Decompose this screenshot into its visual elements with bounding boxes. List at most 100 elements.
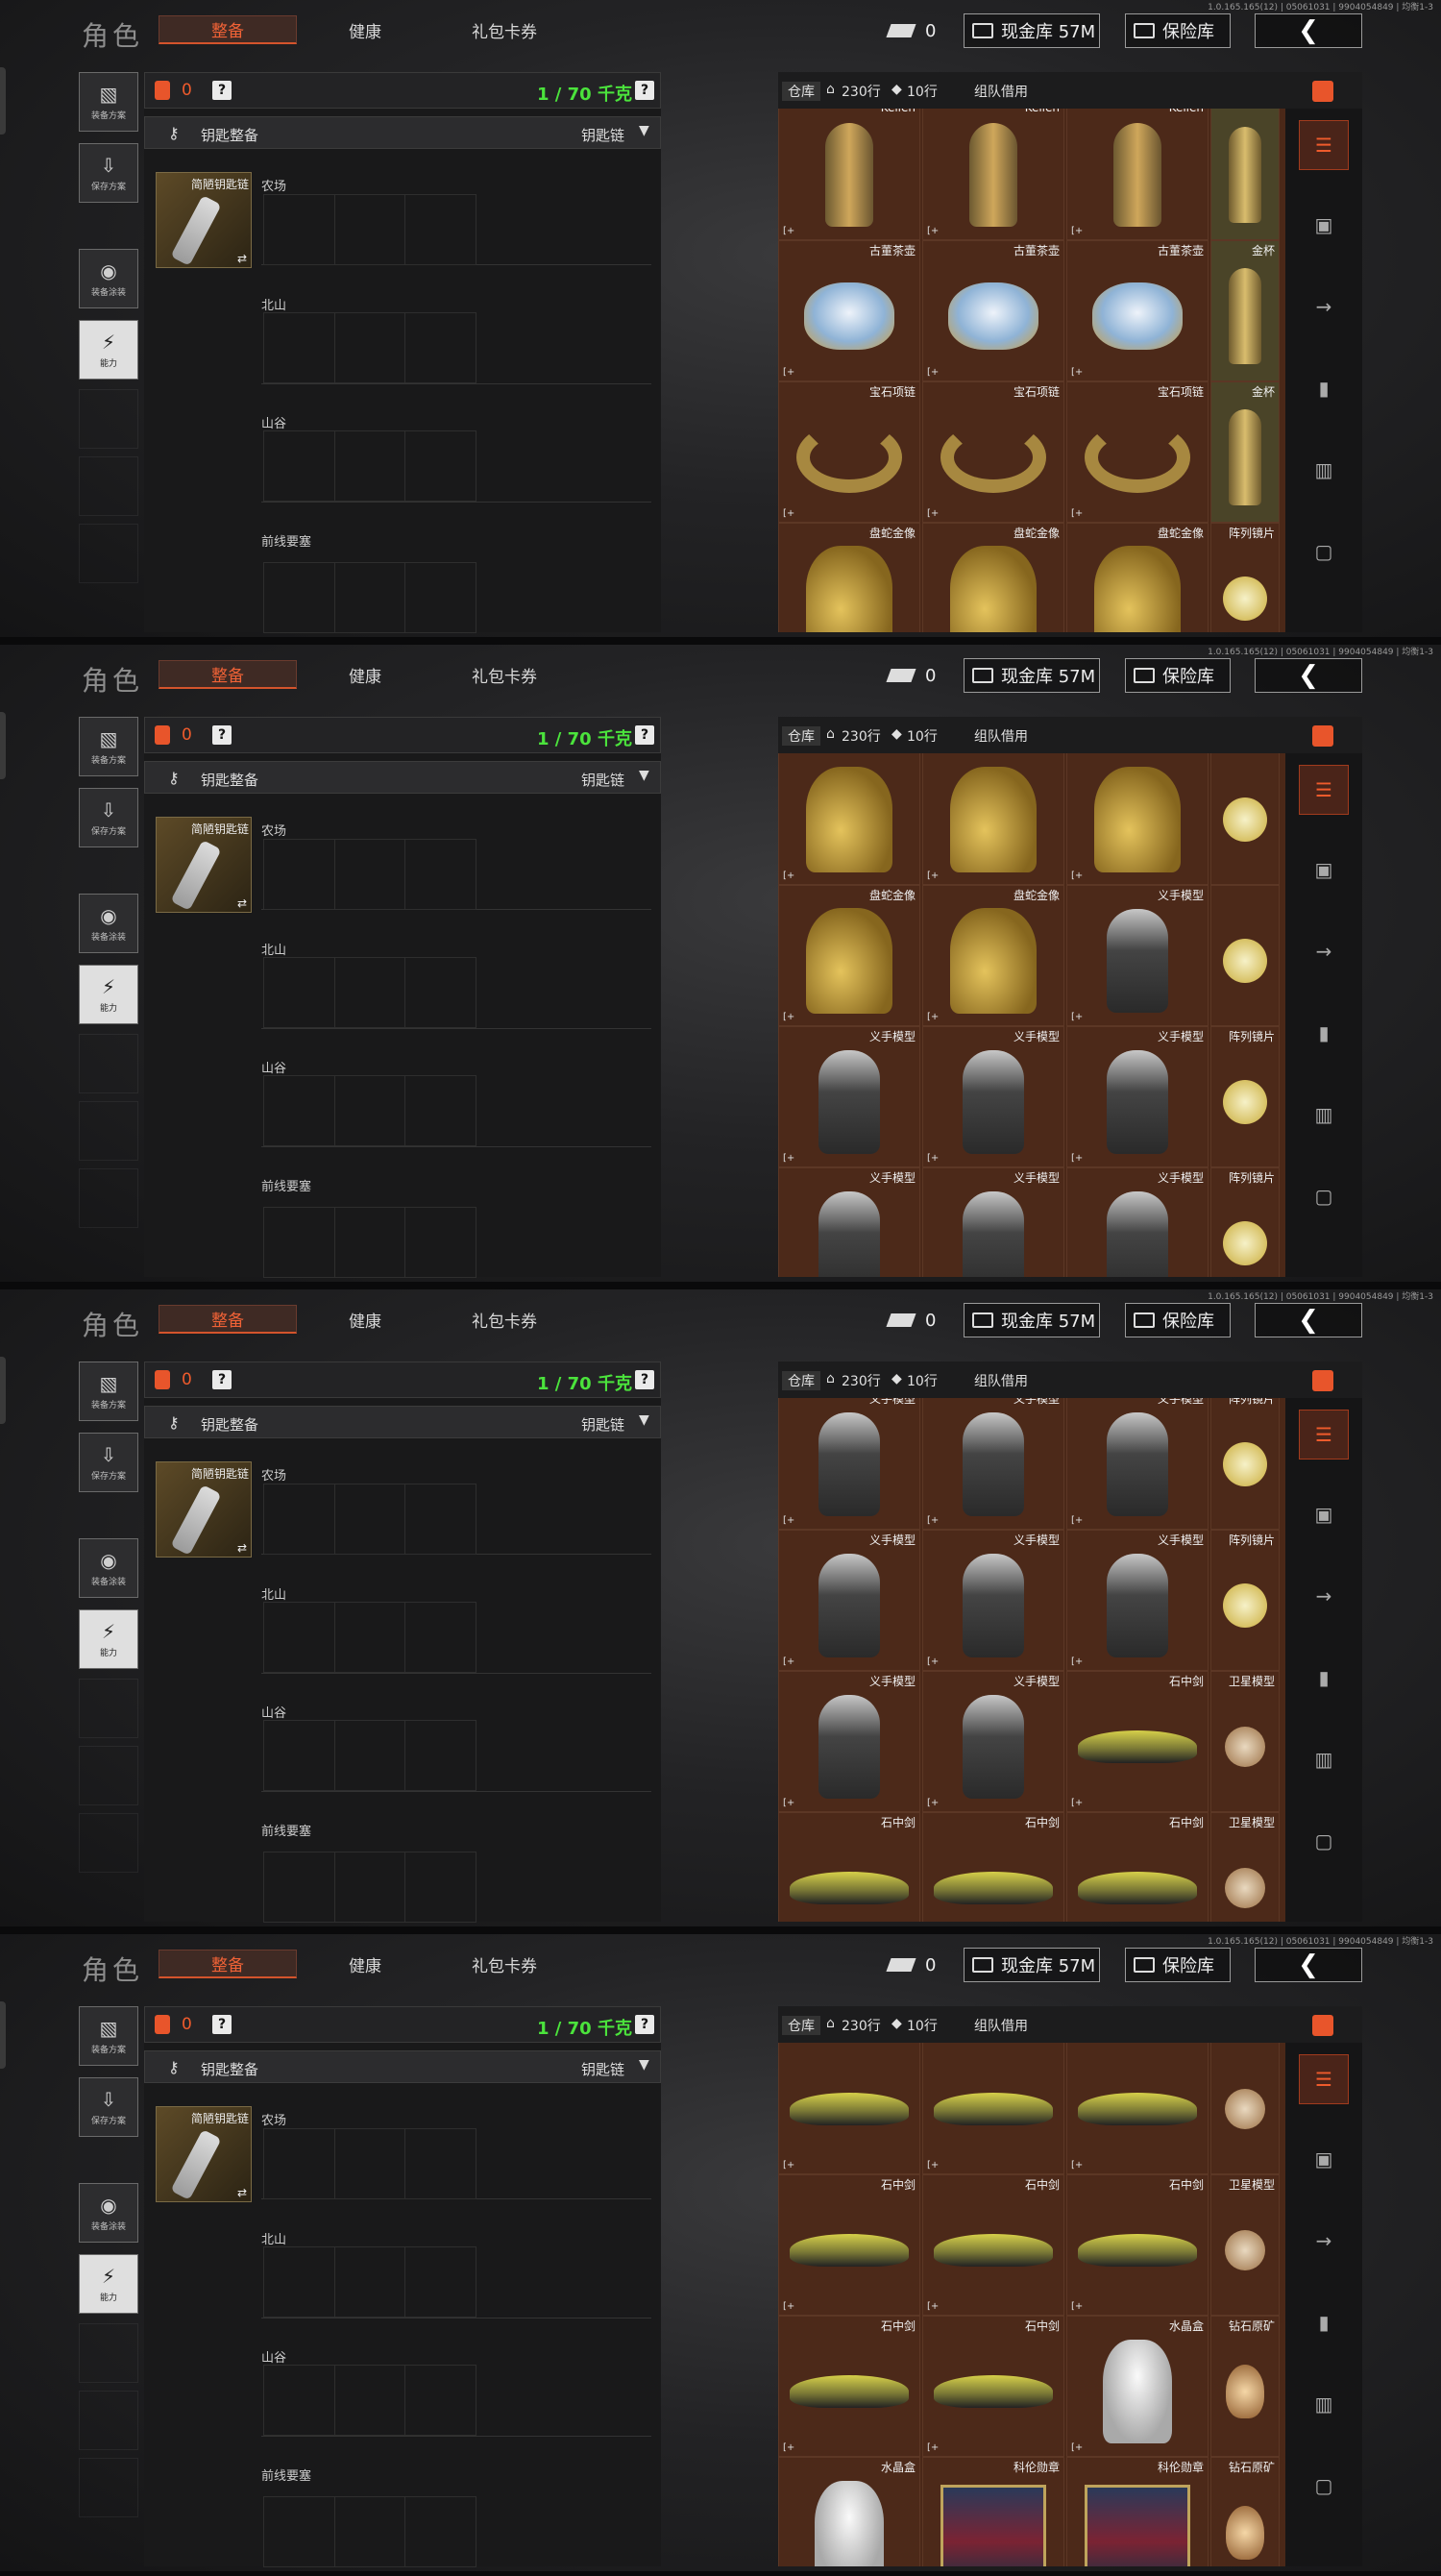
weight-help-icon[interactable]: ? — [635, 81, 654, 100]
weight-help-icon[interactable]: ? — [635, 2015, 654, 2034]
category-magazine-icon[interactable]: ▮ — [1299, 1653, 1349, 1703]
key-ring-item[interactable]: 简陋钥匙链 ⇄ — [156, 817, 252, 913]
inventory-item[interactable]: 义手模型[+ — [922, 1026, 1064, 1167]
loadout-plan-button[interactable]: ▧ 装备方案 — [79, 72, 138, 132]
inventory-item[interactable]: 石中剑[+ — [778, 2174, 920, 2316]
inventory-item[interactable]: 钻石原矿 — [1210, 2316, 1280, 2457]
inventory-item[interactable]: 石中剑[+ — [922, 1812, 1064, 1922]
inventory-item[interactable]: 金杯 — [1210, 381, 1280, 523]
key-chain-selector[interactable]: 钥匙链 — [581, 125, 624, 145]
category-misc-icon[interactable]: ▢ — [1299, 2461, 1349, 2511]
inventory-item[interactable]: 水晶盒[+ — [1066, 2316, 1209, 2457]
key-loadout-bar[interactable]: ⚷ 钥匙整备 钥匙链 ▼ — [144, 2050, 661, 2083]
safe-vault-button[interactable]: 保险库 — [1125, 658, 1231, 693]
category-all-icon[interactable]: ☰ — [1299, 120, 1349, 170]
inventory-item[interactable]: 石中剑[+ — [922, 2316, 1064, 2457]
tab-warehouse[interactable]: 仓库 — [782, 726, 820, 746]
key-loadout-bar[interactable]: ⚷ 钥匙整备 钥匙链 ▼ — [144, 1406, 661, 1438]
category-rifle-icon[interactable]: → — [1299, 2216, 1349, 2266]
back-button[interactable]: ❮ — [1255, 1303, 1362, 1337]
category-bottles-icon[interactable]: ▥ — [1299, 2379, 1349, 2429]
tab-loadout[interactable]: 整备 — [159, 660, 297, 689]
inventory-item[interactable]: 水晶盒[+ — [778, 2457, 920, 2566]
key-slots-frontline-fortress[interactable] — [263, 1207, 476, 1278]
key-slots-farm[interactable] — [263, 1484, 476, 1555]
inventory-item[interactable]: 义手模型[+ — [778, 1026, 920, 1167]
inventory-item[interactable] — [1210, 2043, 1280, 2174]
edge-handle[interactable] — [0, 712, 6, 779]
inventory-item[interactable]: 石中剑[+ — [922, 2174, 1064, 2316]
inventory-item[interactable] — [1210, 109, 1280, 240]
category-bottles-icon[interactable]: ▥ — [1299, 1090, 1349, 1140]
category-rifle-icon[interactable]: → — [1299, 926, 1349, 976]
appearance-button[interactable]: ◉ 装备涂装 — [79, 2183, 138, 2243]
inventory-item[interactable]: 义手模型[+ — [1066, 1530, 1209, 1671]
edge-handle[interactable] — [0, 67, 6, 135]
chevron-down-icon[interactable]: ▼ — [639, 2057, 649, 2073]
inventory-item[interactable]: 义手模型[+ — [778, 1671, 920, 1812]
category-all-icon[interactable]: ☰ — [1299, 2054, 1349, 2104]
tab-gift-cards[interactable]: 礼包卡券 — [447, 1305, 562, 1334]
inventory-item[interactable]: 义手模型[+ — [922, 1530, 1064, 1671]
tab-warehouse[interactable]: 仓库 — [782, 82, 820, 101]
cash-counter[interactable]: 0 — [886, 658, 936, 693]
inventory-item[interactable]: 古董茶壶 [+ — [1066, 240, 1209, 381]
inventory-item[interactable]: 义手模型[+ — [922, 1671, 1064, 1812]
sort-icon[interactable] — [1312, 725, 1333, 747]
tab-gift-cards[interactable]: 礼包卡券 — [447, 15, 562, 44]
category-all-icon[interactable]: ☰ — [1299, 1410, 1349, 1460]
cash-vault-button[interactable]: 现金库 57M — [964, 1303, 1100, 1337]
tab-gift-cards[interactable]: 礼包卡券 — [447, 660, 562, 689]
category-armor-icon[interactable]: ▣ — [1299, 1489, 1349, 1539]
key-slots-valley[interactable] — [263, 430, 476, 502]
edge-handle[interactable] — [0, 2001, 6, 2069]
inventory-item[interactable]: 宝石项链 [+ — [1066, 381, 1209, 523]
key-slots-north-mountain[interactable] — [263, 312, 476, 383]
inventory-item[interactable]: Kelleh [+ — [1066, 109, 1209, 240]
inventory-item[interactable]: 义手模型[+ — [778, 1530, 920, 1671]
inventory-item[interactable]: 钻石原矿 — [1210, 2457, 1280, 2566]
category-armor-icon[interactable]: ▣ — [1299, 2134, 1349, 2184]
key-chain-selector[interactable]: 钥匙链 — [581, 2059, 624, 2079]
chevron-down-icon[interactable]: ▼ — [639, 123, 649, 138]
category-armor-icon[interactable]: ▣ — [1299, 200, 1349, 250]
loadout-plan-button[interactable]: ▧ 装备方案 — [79, 2006, 138, 2066]
inventory-item[interactable]: 古董茶壶 [+ — [778, 240, 920, 381]
chevron-down-icon[interactable]: ▼ — [639, 1412, 649, 1428]
inventory-item[interactable]: 义手模型[+ — [1066, 1026, 1209, 1167]
cash-counter[interactable]: 0 — [886, 13, 936, 48]
back-button[interactable]: ❮ — [1255, 13, 1362, 48]
key-slots-farm[interactable] — [263, 2128, 476, 2199]
category-rifle-icon[interactable]: → — [1299, 1571, 1349, 1621]
inventory-item[interactable]: 盘蛇金像 [+ — [922, 885, 1064, 1026]
inventory-item[interactable]: 义手模型[+ — [1066, 1167, 1209, 1277]
safe-vault-button[interactable]: 保险库 — [1125, 13, 1231, 48]
key-slots-north-mountain[interactable] — [263, 1602, 476, 1673]
key-slots-frontline-fortress[interactable] — [263, 1852, 476, 1923]
category-magazine-icon[interactable]: ▮ — [1299, 1008, 1349, 1058]
key-slots-frontline-fortress[interactable] — [263, 2496, 476, 2567]
key-chain-selector[interactable]: 钥匙链 — [581, 770, 624, 790]
inventory-item[interactable]: [+ — [1066, 753, 1209, 885]
key-slots-valley[interactable] — [263, 1075, 476, 1146]
key-ring-item[interactable]: 简陋钥匙链 ⇄ — [156, 1461, 252, 1558]
help-icon[interactable]: ? — [212, 81, 232, 100]
appearance-button[interactable]: ◉ 装备涂装 — [79, 1538, 138, 1598]
inventory-item[interactable]: 阵列镜片 — [1210, 1530, 1280, 1671]
inventory-item[interactable]: [+ — [922, 2043, 1064, 2174]
inventory-item[interactable]: [+ — [778, 2043, 920, 2174]
key-slots-north-mountain[interactable] — [263, 2246, 476, 2318]
inventory-item[interactable]: [+ — [1066, 2043, 1209, 2174]
cash-counter[interactable]: 0 — [886, 1948, 936, 1982]
save-plan-button[interactable]: ⇩ 保存方案 — [79, 143, 138, 203]
cash-vault-button[interactable]: 现金库 57M — [964, 658, 1100, 693]
key-loadout-bar[interactable]: ⚷ 钥匙整备 钥匙链 ▼ — [144, 761, 661, 794]
inventory-item[interactable]: 义手模型[+ — [1066, 1398, 1209, 1530]
help-icon[interactable]: ? — [212, 1370, 232, 1389]
key-slots-farm[interactable] — [263, 839, 476, 910]
inventory-item[interactable]: 石中剑[+ — [1066, 1671, 1209, 1812]
help-icon[interactable]: ? — [212, 725, 232, 745]
tab-loadout[interactable]: 整备 — [159, 15, 297, 44]
key-ring-item[interactable]: 简陋钥匙链 ⇄ — [156, 2106, 252, 2202]
save-plan-button[interactable]: ⇩ 保存方案 — [79, 2077, 138, 2137]
